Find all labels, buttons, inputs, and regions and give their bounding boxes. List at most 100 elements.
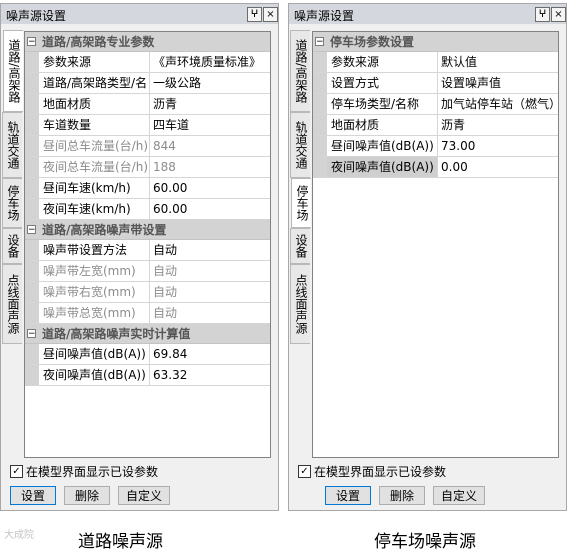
prop-row[interactable]: 噪声带右宽(mm) 自动 bbox=[25, 282, 270, 303]
prop-key: 噪声带总宽(mm) bbox=[39, 303, 150, 323]
category-title: 道路/高架路噪声带设置 bbox=[42, 223, 167, 237]
close-button[interactable]: × bbox=[551, 7, 566, 22]
prop-row[interactable]: 道路/高架路类型/名 一级公路 bbox=[25, 73, 270, 94]
panel-titlebar: 噪声源设置 ⵖ × bbox=[1, 4, 278, 24]
prop-row[interactable]: 昼间总车流量(台/h) 844 bbox=[25, 136, 270, 157]
property-grid: − 道路/高架路专业参数 参数来源 《声环境质量标准》 道路/高架路类型/名 一级公… bbox=[24, 31, 271, 458]
prop-key: 噪声带右宽(mm) bbox=[39, 282, 150, 302]
category-road-params[interactable]: − 道路/高架路专业参数 bbox=[25, 32, 270, 52]
prop-value[interactable]: 设置噪声值 bbox=[438, 73, 558, 93]
check-icon[interactable]: ✓ bbox=[10, 465, 23, 478]
prop-key: 车道数量 bbox=[39, 115, 150, 135]
prop-row[interactable]: 昼间噪声值(dB(A)) 69.84 bbox=[25, 344, 270, 365]
tab-rail[interactable]: 轨道交通 bbox=[2, 112, 22, 178]
prop-value[interactable]: 沥青 bbox=[438, 115, 558, 135]
prop-value[interactable]: 60.00 bbox=[150, 178, 270, 198]
parking-noise-panel: 噪声源设置 ⵖ × 道路/高架路 轨道交通 停车场 设备 点线面声源 − 停车场… bbox=[288, 3, 567, 511]
prop-row[interactable]: 夜间总车流量(台/h) 188 bbox=[25, 157, 270, 178]
prop-key: 夜间噪声值(dB(A)) bbox=[39, 365, 150, 385]
prop-row[interactable]: 噪声带左宽(mm) 自动 bbox=[25, 261, 270, 282]
category-title: 道路/高架路专业参数 bbox=[42, 35, 155, 49]
prop-key: 昼间车速(km/h) bbox=[39, 178, 150, 198]
prop-key: 噪声带设置方法 bbox=[39, 240, 150, 260]
prop-row[interactable]: 设置方式 设置噪声值 bbox=[313, 73, 558, 94]
prop-key: 昼间噪声值(dB(A)) bbox=[327, 136, 438, 156]
checkbox-label: 在模型界面显示已设参数 bbox=[314, 465, 447, 479]
collapse-icon[interactable]: − bbox=[27, 37, 36, 47]
watermark: 大成院 bbox=[4, 530, 34, 541]
prop-value[interactable]: 73.00 bbox=[438, 136, 558, 156]
prop-value[interactable]: 60.00 bbox=[150, 199, 270, 219]
category-parking-params[interactable]: − 停车场参数设置 bbox=[313, 32, 558, 52]
prop-value[interactable]: 《声环境质量标准》 bbox=[150, 52, 270, 72]
prop-key: 夜间总车流量(台/h) bbox=[39, 157, 150, 177]
prop-value[interactable]: 63.32 bbox=[150, 365, 270, 385]
prop-row[interactable]: 噪声带设置方法 自动 bbox=[25, 240, 270, 261]
prop-row[interactable]: 夜间车速(km/h) 60.00 bbox=[25, 199, 270, 220]
prop-value[interactable]: 自动 bbox=[150, 303, 270, 323]
tab-road[interactable]: 道路/高架路 bbox=[290, 30, 310, 112]
pin-button[interactable]: ⵖ bbox=[247, 7, 262, 22]
panel-title: 噪声源设置 bbox=[6, 9, 67, 23]
delete-button[interactable]: 删除 bbox=[64, 486, 110, 505]
prop-key: 设置方式 bbox=[327, 73, 438, 93]
prop-value[interactable]: 自动 bbox=[150, 261, 270, 281]
tab-road[interactable]: 道路/高架路 bbox=[3, 30, 23, 112]
prop-value[interactable]: 0.00 bbox=[438, 157, 558, 177]
prop-key: 夜间噪声值(dB(A)) bbox=[327, 157, 438, 177]
collapse-icon[interactable]: − bbox=[315, 37, 324, 47]
custom-button[interactable]: 自定义 bbox=[433, 486, 485, 505]
tab-point-line-area[interactable]: 点线面声源 bbox=[290, 264, 310, 344]
prop-key: 停车场类型/名称 bbox=[327, 94, 438, 114]
custom-button[interactable]: 自定义 bbox=[118, 486, 170, 505]
prop-row[interactable]: 地面材质 沥青 bbox=[313, 115, 558, 136]
prop-row[interactable]: 参数来源 默认值 bbox=[313, 52, 558, 73]
prop-value[interactable]: 一级公路 bbox=[150, 73, 270, 93]
prop-row[interactable]: 夜间噪声值(dB(A)) 63.32 bbox=[25, 365, 270, 386]
tab-rail[interactable]: 轨道交通 bbox=[290, 112, 310, 178]
tab-point-line-area[interactable]: 点线面声源 bbox=[2, 264, 22, 344]
set-button[interactable]: 设置 bbox=[10, 486, 56, 505]
prop-row[interactable]: 停车场类型/名称 加气站停车站（燃气） bbox=[313, 94, 558, 115]
collapse-icon[interactable]: − bbox=[27, 329, 36, 339]
prop-key: 参数来源 bbox=[327, 52, 438, 72]
prop-value[interactable]: 自动 bbox=[150, 240, 270, 260]
prop-value[interactable]: 默认值 bbox=[438, 52, 558, 72]
prop-value[interactable]: 四车道 bbox=[150, 115, 270, 135]
prop-key: 夜间车速(km/h) bbox=[39, 199, 150, 219]
prop-value[interactable]: 69.84 bbox=[150, 344, 270, 364]
tab-parking[interactable]: 停车场 bbox=[291, 178, 311, 228]
checkbox-label: 在模型界面显示已设参数 bbox=[26, 465, 159, 479]
prop-value[interactable]: 188 bbox=[150, 157, 270, 177]
prop-key: 参数来源 bbox=[39, 52, 150, 72]
pin-button[interactable]: ⵖ bbox=[535, 7, 550, 22]
tab-equipment[interactable]: 设备 bbox=[2, 228, 22, 264]
prop-row[interactable]: 噪声带总宽(mm) 自动 bbox=[25, 303, 270, 324]
caption-parking: 停车场噪声源 bbox=[374, 532, 476, 552]
delete-button[interactable]: 删除 bbox=[379, 486, 425, 505]
property-grid: − 停车场参数设置 参数来源 默认值 设置方式 设置噪声值 停车场类型/名称 加气站停… bbox=[312, 31, 559, 458]
category-realtime-values[interactable]: − 道路/高架路噪声实时计算值 bbox=[25, 324, 270, 344]
prop-row[interactable]: 车道数量 四车道 bbox=[25, 115, 270, 136]
panel-title: 噪声源设置 bbox=[294, 9, 355, 23]
check-icon[interactable]: ✓ bbox=[298, 465, 311, 478]
prop-value[interactable]: 加气站停车站（燃气） bbox=[438, 94, 558, 114]
prop-row[interactable]: 昼间车速(km/h) 60.00 bbox=[25, 178, 270, 199]
prop-row[interactable]: 地面材质 沥青 bbox=[25, 94, 270, 115]
prop-row-selected[interactable]: 夜间噪声值(dB(A)) 0.00 bbox=[313, 157, 558, 178]
prop-value[interactable]: 自动 bbox=[150, 282, 270, 302]
tab-parking[interactable]: 停车场 bbox=[2, 178, 22, 228]
prop-value[interactable]: 844 bbox=[150, 136, 270, 156]
prop-key: 昼间总车流量(台/h) bbox=[39, 136, 150, 156]
tab-equipment[interactable]: 设备 bbox=[290, 228, 310, 264]
prop-value[interactable]: 沥青 bbox=[150, 94, 270, 114]
prop-row[interactable]: 参数来源 《声环境质量标准》 bbox=[25, 52, 270, 73]
close-button[interactable]: × bbox=[263, 7, 278, 22]
caption-road: 道路噪声源 bbox=[78, 532, 163, 552]
collapse-icon[interactable]: − bbox=[27, 225, 36, 235]
category-title: 停车场参数设置 bbox=[330, 35, 415, 49]
set-button[interactable]: 设置 bbox=[325, 486, 371, 505]
category-noise-band[interactable]: − 道路/高架路噪声带设置 bbox=[25, 220, 270, 240]
prop-key: 噪声带左宽(mm) bbox=[39, 261, 150, 281]
prop-row[interactable]: 昼间噪声值(dB(A)) 73.00 bbox=[313, 136, 558, 157]
